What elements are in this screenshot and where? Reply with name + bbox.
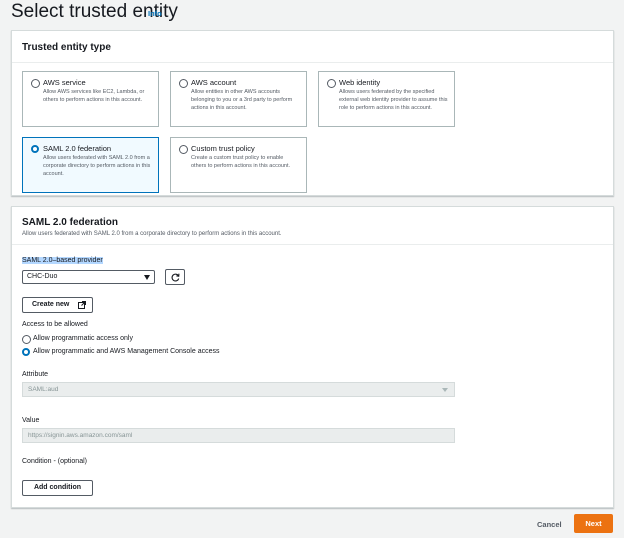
option-title: AWS account — [191, 78, 237, 87]
access-radio-programmatic[interactable] — [22, 335, 31, 344]
attribute-label: Attribute — [22, 371, 49, 378]
next-button[interactable]: Next — [574, 514, 613, 533]
divider — [12, 244, 613, 245]
radio-button[interactable] — [179, 79, 188, 88]
provider-label-text: SAML 2.0–based provider — [22, 257, 103, 264]
attribute-value: SAML:aud — [28, 386, 59, 393]
caret-down-icon — [144, 275, 150, 280]
option-custom-trust-policy[interactable]: Custom trust policy Create a custom trus… — [170, 137, 307, 193]
value-label: Value — [22, 417, 40, 424]
option-title: SAML 2.0 federation — [43, 144, 112, 153]
radio-button[interactable] — [179, 145, 188, 154]
option-title: AWS service — [43, 78, 86, 87]
option-saml-federation[interactable]: SAML 2.0 federation Allow users federate… — [22, 137, 159, 193]
value-input: https://signin.aws.amazon.com/saml — [22, 428, 455, 443]
create-new-label: Create new — [32, 301, 70, 308]
cancel-button[interactable]: Cancel — [537, 520, 562, 529]
access-radio-console[interactable] — [22, 348, 30, 356]
refresh-button[interactable] — [165, 269, 185, 285]
access-label: Access to be allowed — [22, 321, 88, 328]
option-web-identity[interactable]: Web identity Allows users federated by t… — [318, 71, 455, 127]
value-text: https://signin.aws.amazon.com/saml — [28, 432, 133, 439]
trusted-entity-type-panel: Trusted entity type AWS service Allow AW… — [11, 30, 614, 196]
condition-label: Condition - (optional) — [22, 458, 87, 465]
external-link-icon — [78, 301, 86, 309]
option-description: Allow users federated with SAML 2.0 from… — [43, 155, 151, 177]
provider-select[interactable]: CHC-Duo — [22, 270, 155, 284]
panel-subtitle: Allow users federated with SAML 2.0 from… — [22, 231, 282, 237]
provider-label: SAML 2.0–based provider — [22, 257, 103, 264]
access-option-label: Allow programmatic access only — [33, 335, 133, 342]
provider-select-value: CHC-Duo — [27, 273, 58, 280]
create-new-button[interactable]: Create new — [22, 297, 93, 313]
option-description: Create a custom trust policy to enable o… — [191, 155, 291, 169]
caret-down-icon — [442, 388, 448, 392]
radio-button[interactable] — [31, 79, 40, 88]
panel-title: Trusted entity type — [22, 42, 111, 53]
option-description: Allow AWS services like EC2, Lambda, or … — [43, 89, 145, 103]
option-aws-account[interactable]: AWS account Allow entities in other AWS … — [170, 71, 307, 127]
attribute-select: SAML:aud — [22, 382, 455, 397]
radio-button-selected[interactable] — [31, 145, 39, 153]
saml-federation-panel: SAML 2.0 federation Allow users federate… — [11, 206, 614, 508]
add-condition-button[interactable]: Add condition — [22, 480, 93, 496]
info-link[interactable]: Info — [148, 9, 162, 18]
access-option-label: Allow programmatic and AWS Management Co… — [33, 348, 220, 355]
option-description: Allow entities in other AWS accounts bel… — [191, 89, 293, 111]
option-description: Allows users federated by the specified … — [339, 89, 448, 111]
option-title: Web identity — [339, 78, 381, 87]
refresh-icon — [171, 273, 180, 282]
option-aws-service[interactable]: AWS service Allow AWS services like EC2,… — [22, 71, 159, 127]
divider — [12, 62, 613, 63]
panel-title: SAML 2.0 federation — [22, 217, 118, 228]
radio-button[interactable] — [327, 79, 336, 88]
option-title: Custom trust policy — [191, 144, 255, 153]
